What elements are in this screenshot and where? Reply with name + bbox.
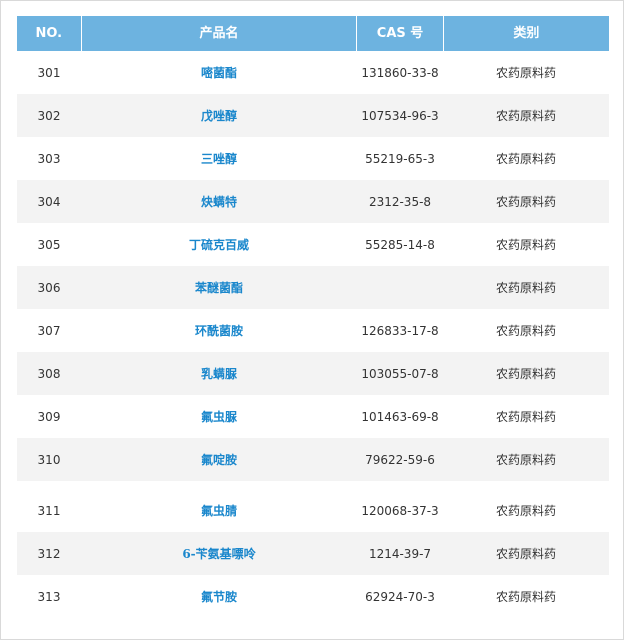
table-row: 313 氟节胺 62924-70-3 农药原料药 bbox=[17, 575, 609, 618]
table-row: 311 氟虫腈 120068-37-3 农药原料药 bbox=[17, 489, 609, 532]
row-number: 308 bbox=[37, 366, 61, 381]
row-number: 311 bbox=[37, 503, 61, 518]
product-name-link[interactable]: 乳螨脲 bbox=[201, 367, 237, 381]
cas-number: 107534-96-3 bbox=[361, 108, 439, 123]
product-name-link[interactable]: 氟虫脲 bbox=[201, 410, 237, 424]
cas-number: 126833-17-8 bbox=[361, 323, 439, 338]
table-row: 312 6-苄氨基嘌呤 1214-39-7 农药原料药 bbox=[17, 532, 609, 575]
row-number: 305 bbox=[37, 237, 61, 252]
table-row: 303 三唑醇 55219-65-3 农药原料药 bbox=[17, 137, 609, 180]
cas-number: 2312-35-8 bbox=[368, 194, 432, 209]
category: 农药原料药 bbox=[495, 109, 556, 123]
product-name-link[interactable]: 氟节胺 bbox=[201, 590, 237, 604]
table-row: 307 环酰菌胺 126833-17-8 农药原料药 bbox=[17, 309, 609, 352]
category: 农药原料药 bbox=[495, 66, 556, 80]
table-row: 306 苯醚菌酯 农药原料药 bbox=[17, 266, 609, 309]
table-row: 304 炔螨特 2312-35-8 农药原料药 bbox=[17, 180, 609, 223]
product-name-link[interactable]: 氟啶胺 bbox=[201, 453, 237, 467]
category: 农药原料药 bbox=[495, 195, 556, 209]
category: 农药原料药 bbox=[495, 547, 556, 561]
product-name-link[interactable]: 嘧菌酯 bbox=[201, 66, 237, 80]
row-number: 312 bbox=[37, 546, 61, 561]
cas-number: 103055-07-8 bbox=[361, 366, 439, 381]
page-frame: NO. 产品名 CAS 号 类别 301 嘧菌酯 131860-33-8 农药原… bbox=[0, 0, 624, 640]
category: 农药原料药 bbox=[495, 410, 556, 424]
row-number: 302 bbox=[37, 108, 61, 123]
header-product-name: 产品名 bbox=[82, 16, 358, 51]
cas-number: 79622-59-6 bbox=[365, 452, 435, 467]
category: 农药原料药 bbox=[495, 238, 556, 252]
product-name-link[interactable]: 三唑醇 bbox=[201, 152, 237, 166]
cas-number: 131860-33-8 bbox=[361, 65, 439, 80]
product-name-link[interactable]: 戊唑醇 bbox=[201, 109, 237, 123]
category: 农药原料药 bbox=[495, 281, 556, 295]
table-row: 309 氟虫脲 101463-69-8 农药原料药 bbox=[17, 395, 609, 438]
table-row: 310 氟啶胺 79622-59-6 农药原料药 bbox=[17, 438, 609, 481]
cas-number: 55219-65-3 bbox=[365, 151, 435, 166]
cas-number: 101463-69-8 bbox=[361, 409, 439, 424]
cas-number: 120068-37-3 bbox=[361, 503, 439, 518]
product-name-link[interactable]: 6-苄氨基嘌呤 bbox=[182, 547, 255, 561]
table-row: 301 嘧菌酯 131860-33-8 农药原料药 bbox=[17, 51, 609, 94]
table-row: 305 丁硫克百威 55285-14-8 农药原料药 bbox=[17, 223, 609, 266]
header-category: 类别 bbox=[513, 26, 540, 41]
category: 农药原料药 bbox=[495, 504, 556, 518]
row-number: 303 bbox=[37, 151, 61, 166]
category: 农药原料药 bbox=[495, 590, 556, 604]
product-name-link[interactable]: 氟虫腈 bbox=[201, 504, 237, 518]
product-name-link[interactable]: 苯醚菌酯 bbox=[195, 281, 243, 295]
table-row: 302 戊唑醇 107534-96-3 农药原料药 bbox=[17, 94, 609, 137]
row-number: 309 bbox=[37, 409, 61, 424]
row-number: 304 bbox=[37, 194, 61, 209]
cas-number: 1214-39-7 bbox=[368, 546, 432, 561]
header-cas: CAS 号 bbox=[357, 16, 444, 51]
row-number: 306 bbox=[37, 280, 61, 295]
product-name-link[interactable]: 炔螨特 bbox=[201, 195, 237, 209]
product-name-link[interactable]: 丁硫克百威 bbox=[189, 238, 249, 252]
row-number: 301 bbox=[37, 65, 61, 80]
table-header: NO. 产品名 CAS 号 类别 bbox=[17, 16, 609, 51]
table-row: 308 乳螨脲 103055-07-8 农药原料药 bbox=[17, 352, 609, 395]
category: 农药原料药 bbox=[495, 324, 556, 338]
row-number: 310 bbox=[37, 452, 61, 467]
product-table: NO. 产品名 CAS 号 类别 301 嘧菌酯 131860-33-8 农药原… bbox=[17, 16, 609, 618]
row-number: 313 bbox=[37, 589, 61, 604]
category: 农药原料药 bbox=[495, 152, 556, 166]
category: 农药原料药 bbox=[495, 367, 556, 381]
cas-number: 55285-14-8 bbox=[365, 237, 435, 252]
product-name-link[interactable]: 环酰菌胺 bbox=[195, 324, 243, 338]
cas-number: 62924-70-3 bbox=[365, 589, 435, 604]
category: 农药原料药 bbox=[495, 453, 556, 467]
row-number: 307 bbox=[37, 323, 61, 338]
header-no: NO. bbox=[17, 16, 82, 51]
